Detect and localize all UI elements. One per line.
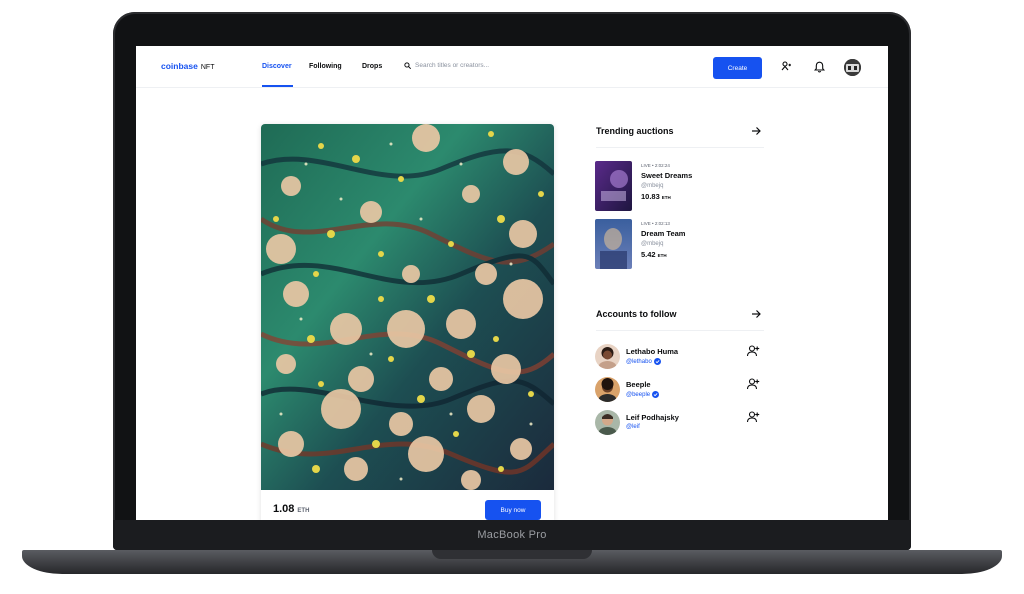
search-bar[interactable] bbox=[404, 62, 535, 69]
price-row: 1.08 ETH Buy now bbox=[261, 490, 554, 520]
follow-user-icon[interactable] bbox=[746, 377, 760, 391]
verified-badge-icon bbox=[652, 391, 660, 398]
buy-now-button[interactable]: Buy now bbox=[485, 500, 541, 520]
auction-name[interactable]: Dream Team bbox=[641, 229, 685, 238]
leaderboard-icon[interactable] bbox=[779, 60, 793, 74]
account-handle-text: @leif bbox=[626, 424, 640, 430]
account-item[interactable]: Lethabo Huma @lethabo bbox=[595, 344, 765, 372]
avatar[interactable] bbox=[595, 410, 620, 435]
auction-name[interactable]: Sweet Dreams bbox=[641, 171, 692, 180]
auction-live-timer: LIVE • 2:02:13 bbox=[641, 221, 670, 226]
auction-price-unit: ETH bbox=[661, 195, 671, 200]
current-price: 1.08 ETH bbox=[273, 503, 309, 515]
auction-item[interactable]: LIVE • 2:02:13 Dream Team @mbejq 5.42 ETH bbox=[595, 219, 765, 271]
divider bbox=[596, 147, 764, 148]
account-name[interactable]: Beeple bbox=[626, 380, 651, 389]
auction-price: 10.83 ETH bbox=[641, 192, 671, 201]
tab-following[interactable]: Following bbox=[309, 63, 342, 70]
auction-price-unit: ETH bbox=[657, 253, 667, 258]
tab-discover[interactable]: Discover bbox=[262, 63, 292, 70]
avatar[interactable] bbox=[595, 377, 620, 402]
tab-drops[interactable]: Drops bbox=[362, 63, 382, 70]
account-handle-text: @beeple bbox=[626, 391, 651, 398]
account-name[interactable]: Leif Podhajsky bbox=[626, 413, 679, 422]
screen: coinbaseNFT Discover Following Drops Cre… bbox=[136, 46, 888, 520]
create-button[interactable]: Create bbox=[713, 57, 762, 79]
verified-badge-icon bbox=[653, 358, 661, 365]
account-handle-text: @lethabo bbox=[626, 358, 652, 365]
laptop-bottom-bezel: MacBook Pro bbox=[113, 520, 911, 550]
account-handle[interactable]: @leif bbox=[626, 424, 640, 430]
accounts-arrow-icon[interactable] bbox=[750, 308, 762, 320]
auction-thumbnail-sweet-dreams[interactable] bbox=[595, 161, 632, 211]
auction-price-amount: 5.42 bbox=[641, 250, 656, 259]
account-handle[interactable]: @beeple bbox=[626, 391, 660, 398]
auction-creator-handle[interactable]: @mbejq bbox=[641, 183, 663, 189]
accounts-to-follow-title: Accounts to follow bbox=[596, 309, 677, 319]
model-label: MacBook Pro bbox=[477, 529, 547, 541]
profile-avatar[interactable] bbox=[844, 59, 861, 76]
trending-auctions-title: Trending auctions bbox=[596, 126, 674, 136]
logo-suffix: NFT bbox=[200, 64, 215, 71]
featured-artwork-image[interactable] bbox=[261, 124, 554, 490]
follow-user-icon[interactable] bbox=[746, 344, 760, 358]
account-item[interactable]: Leif Podhajsky @leif bbox=[595, 410, 765, 438]
account-name[interactable]: Lethabo Huma bbox=[626, 347, 678, 356]
active-tab-indicator bbox=[262, 85, 293, 87]
bell-icon[interactable] bbox=[812, 60, 826, 74]
auction-creator-handle[interactable]: @mbejq bbox=[641, 241, 663, 247]
auction-live-timer: LIVE • 2:02:24 bbox=[641, 163, 670, 168]
avatar[interactable] bbox=[595, 344, 620, 369]
top-navigation: coinbaseNFT Discover Following Drops Cre… bbox=[136, 46, 888, 88]
follow-user-icon[interactable] bbox=[746, 410, 760, 424]
divider bbox=[596, 330, 764, 331]
price-unit: ETH bbox=[297, 508, 310, 514]
account-handle[interactable]: @lethabo bbox=[626, 358, 661, 365]
logo-text: coinbase bbox=[161, 61, 198, 71]
featured-nft-card[interactable]: 1.08 ETH Buy now bbox=[261, 124, 554, 520]
auction-price-amount: 10.83 bbox=[641, 192, 660, 201]
price-amount: 1.08 bbox=[273, 503, 295, 515]
search-input[interactable] bbox=[415, 62, 535, 69]
search-icon bbox=[404, 62, 411, 69]
auction-price: 5.42 ETH bbox=[641, 250, 667, 259]
account-item[interactable]: Beeple @beeple bbox=[595, 377, 765, 405]
coinbase-nft-logo[interactable]: coinbase NFT bbox=[161, 61, 214, 71]
trending-arrow-icon[interactable] bbox=[750, 125, 762, 137]
auction-item[interactable]: LIVE • 2:02:24 Sweet Dreams @mbejq 10.83… bbox=[595, 161, 765, 213]
auction-thumbnail-dream-team[interactable] bbox=[595, 219, 632, 269]
laptop-notch bbox=[432, 550, 592, 559]
